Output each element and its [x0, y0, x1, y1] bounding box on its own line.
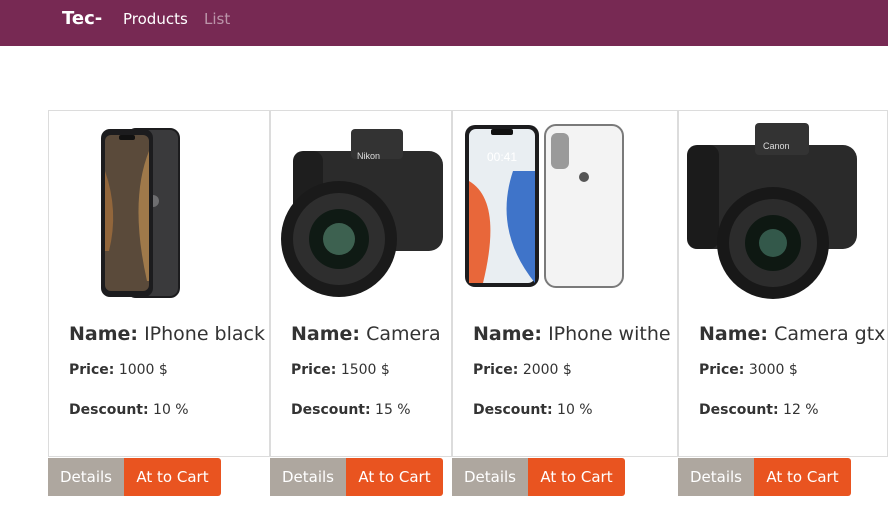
product-name: Name: IPhone withe [473, 323, 671, 345]
product-price: Price: 2000 $ [473, 362, 572, 378]
discount-label: Descount: [473, 402, 553, 418]
name-label: Name: [699, 323, 769, 345]
price-label: Price: [291, 362, 337, 378]
add-to-cart-button[interactable]: At to Cart [528, 458, 625, 496]
product-card: Nikon Name: Camera Price: 1500 $ Descoun… [270, 110, 452, 457]
product-image: Canon [679, 111, 887, 311]
product-card: Name: IPhone black Price: 1000 $ Descoun… [48, 110, 270, 457]
price-value: 1500 $ [340, 362, 390, 378]
name-label: Name: [473, 323, 543, 345]
name-label: Name: [291, 323, 361, 345]
svg-text:Canon: Canon [763, 141, 790, 151]
name-value: Camera gtx [774, 323, 886, 345]
navbar: Tec- Products List [0, 0, 888, 46]
price-value: 3000 $ [748, 362, 798, 378]
product-price: Price: 3000 $ [699, 362, 798, 378]
product-price: Price: 1000 $ [69, 362, 168, 378]
details-button[interactable]: Details [452, 458, 528, 496]
discount-value: 12 % [783, 402, 819, 418]
price-value: 1000 $ [118, 362, 168, 378]
nav-link-products[interactable]: Products [123, 10, 188, 28]
iphone-black-icon [101, 128, 180, 298]
product-image: Nikon [271, 111, 451, 311]
price-value: 2000 $ [522, 362, 572, 378]
brand-logo[interactable]: Tec- [62, 8, 102, 29]
price-label: Price: [473, 362, 519, 378]
product-discount: Descount: 10 % [69, 402, 189, 418]
product-image: 00:41 [453, 111, 677, 311]
add-to-cart-button[interactable]: At to Cart [754, 458, 851, 496]
nav-link-list[interactable]: List [204, 10, 230, 28]
details-button[interactable]: Details [48, 458, 124, 496]
product-price: Price: 1500 $ [291, 362, 390, 378]
svg-text:Nikon: Nikon [357, 151, 380, 161]
discount-label: Descount: [69, 402, 149, 418]
add-to-cart-button[interactable]: At to Cart [124, 458, 221, 496]
details-button[interactable]: Details [678, 458, 754, 496]
iphone-white-icon: 00:41 [465, 124, 624, 288]
name-value: IPhone withe [548, 323, 671, 345]
product-discount: Descount: 12 % [699, 402, 819, 418]
product-name: Name: Camera gtx [699, 323, 885, 345]
discount-value: 15 % [375, 402, 411, 418]
svg-text:00:41: 00:41 [487, 150, 517, 164]
name-value: IPhone black [144, 323, 265, 345]
product-discount: Descount: 15 % [291, 402, 411, 418]
discount-label: Descount: [291, 402, 371, 418]
nikon-camera-icon: Nikon [281, 129, 443, 297]
product-name: Name: Camera [291, 323, 441, 345]
discount-value: 10 % [153, 402, 189, 418]
name-label: Name: [69, 323, 139, 345]
product-name: Name: IPhone black [69, 323, 265, 345]
discount-label: Descount: [699, 402, 779, 418]
details-button[interactable]: Details [270, 458, 346, 496]
price-label: Price: [69, 362, 115, 378]
price-label: Price: [699, 362, 745, 378]
product-discount: Descount: 10 % [473, 402, 593, 418]
canon-camera-icon: Canon [687, 123, 857, 299]
product-image [49, 111, 269, 311]
add-to-cart-button[interactable]: At to Cart [346, 458, 443, 496]
name-value: Camera [366, 323, 441, 345]
discount-value: 10 % [557, 402, 593, 418]
product-card: Canon Name: Camera gtx Price: 3000 $ Des… [678, 110, 888, 457]
product-card: 00:41 Name: IPhone withe Price: 2000 $ D… [452, 110, 678, 457]
